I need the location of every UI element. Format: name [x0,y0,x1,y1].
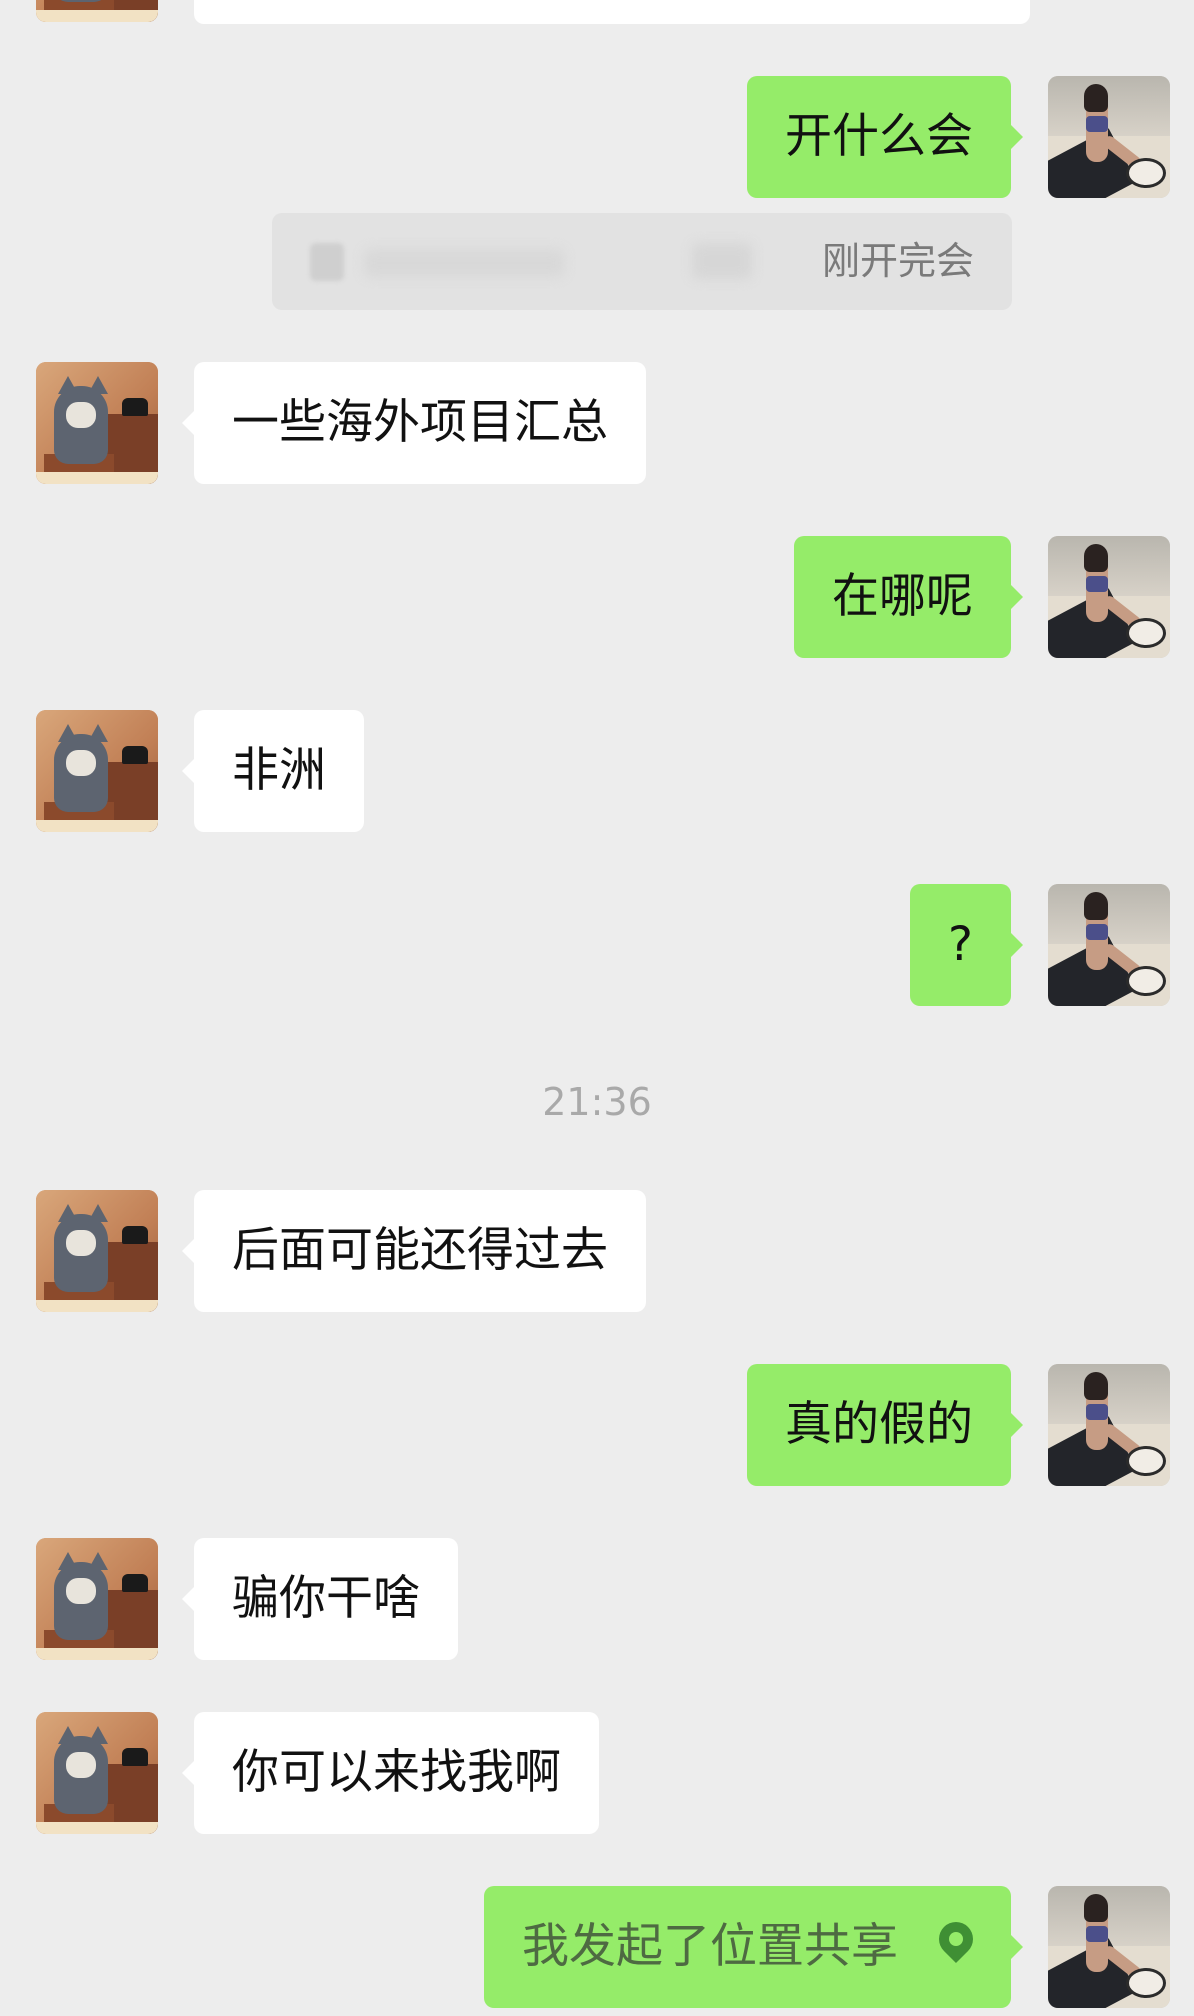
timestamp: 21:36 [542,1080,652,1124]
message-bubble-outgoing[interactable]: ? [910,884,1023,1006]
contact-avatar[interactable] [36,362,158,484]
message-text: 开什么会 [785,109,973,164]
my-avatar[interactable] [1048,1886,1170,2008]
contact-avatar[interactable] [36,1538,158,1660]
my-avatar[interactable] [1048,1364,1170,1486]
message-text: 在哪呢 [832,569,973,624]
contact-avatar[interactable] [36,710,158,832]
message-text: ? [948,917,973,972]
message-bubble-incoming[interactable]: 你可以来找我啊 [182,1712,599,1834]
message-text: 后面可能还得过去 [232,1223,608,1278]
contact-avatar[interactable] [36,1712,158,1834]
message-text: 我发起了位置共享 [522,1919,899,1974]
message-bubble-outgoing[interactable]: 开什么会 [747,76,1023,198]
message-text: 真的假的 [785,1397,973,1452]
contact-avatar[interactable] [36,0,158,22]
blurred-text [364,249,564,277]
my-avatar[interactable] [1048,76,1170,198]
message-text: 一些海外项目汇总 [232,395,608,450]
message-bubble-incoming[interactable]: 一些海外项目汇总 [182,362,646,484]
message-bubble-incoming[interactable]: 后面可能还得过去 [182,1190,646,1312]
blurred-text [692,243,752,279]
message-text: 你可以来找我啊 [232,1745,561,1800]
message-bubble-partial[interactable] [194,0,1030,24]
contact-avatar[interactable] [36,1190,158,1312]
location-share-bubble[interactable]: 我发起了位置共享 [484,1886,1023,2008]
blurred-image-icon [310,243,344,281]
location-pin-icon [931,1914,981,1970]
message-text: 非洲 [232,743,326,798]
message-bubble-incoming[interactable]: 非洲 [182,710,364,832]
my-avatar[interactable] [1048,536,1170,658]
message-text: 骗你干啥 [232,1571,420,1626]
message-bubble-incoming[interactable]: 骗你干啥 [182,1538,458,1660]
quoted-message[interactable]: 刚开完会 [272,213,1012,310]
message-bubble-outgoing[interactable]: 在哪呢 [794,536,1023,658]
message-bubble-outgoing[interactable]: 真的假的 [747,1364,1023,1486]
quoted-text: 刚开完会 [821,239,974,283]
my-avatar[interactable] [1048,884,1170,1006]
